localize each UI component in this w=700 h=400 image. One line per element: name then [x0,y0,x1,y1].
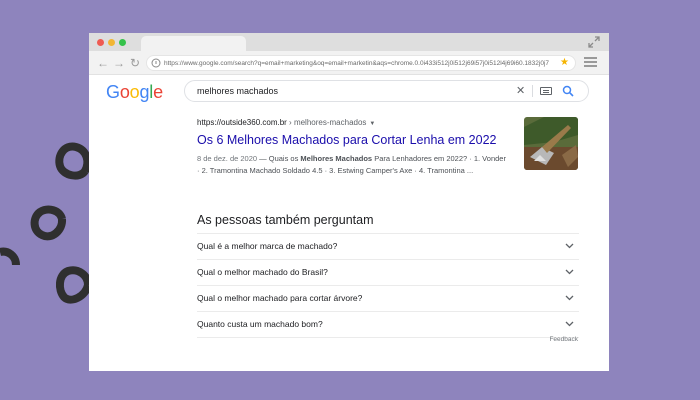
back-arrow-icon[interactable]: ← [96,55,110,71]
search-query: melhores machados [197,86,279,96]
search-icon[interactable] [562,85,574,97]
address-bar[interactable]: https://www.google.com/search?q=email+ma… [146,55,576,71]
bookmark-star-icon[interactable]: ★ [560,57,569,69]
browser-window: ← → ↻ https://www.google.com/search?q=em… [89,33,609,371]
divider [532,85,533,97]
result-snippet: 8 de dez. de 2020 — Quais os Melhores Ma… [197,154,506,175]
google-logo[interactable]: Google [106,80,163,104]
people-also-ask: As pessoas também perguntam Qual é a mel… [197,213,579,338]
site-info-icon[interactable] [151,58,161,68]
url-text: https://www.google.com/search?q=email+ma… [164,60,549,67]
browser-toolbar: ← → ↻ https://www.google.com/search?q=em… [89,51,609,75]
reload-icon[interactable]: ↻ [128,55,142,71]
forward-arrow-icon[interactable]: → [112,55,126,71]
expand-icon[interactable] [587,35,601,49]
minimize-window-button[interactable] [108,39,115,46]
keyboard-icon[interactable] [540,87,552,95]
ring-shape [0,247,20,266]
search-result: https://outside360.com.br › melhores-mac… [197,117,506,177]
paa-heading: As pessoas também perguntam [197,213,579,234]
ring-shape [55,142,92,180]
chevron-down-icon[interactable] [565,321,574,327]
ring-shape [30,205,66,241]
ring-shape [55,266,92,304]
google-header: Google melhores machados ✕ [89,75,609,109]
result-thumbnail-image[interactable] [524,117,578,170]
chevron-down-icon[interactable] [565,295,574,301]
paa-question[interactable]: Quanto custa um machado bom? [197,312,579,338]
result-url[interactable]: https://outside360.com.br › melhores-mac… [197,117,497,130]
browser-tab[interactable] [141,36,246,51]
chevron-down-icon[interactable] [565,269,574,275]
paa-question[interactable]: Qual o melhor machado do Brasil? [197,260,579,286]
caret-down-icon[interactable]: ▼ [369,121,375,127]
paa-question[interactable]: Qual é a melhor marca de machado? [197,234,579,260]
search-input[interactable]: melhores machados ✕ [184,80,589,102]
feedback-link[interactable]: Feedback [549,335,578,344]
close-window-button[interactable] [97,39,104,46]
browser-tab-bar [89,33,609,51]
chevron-down-icon[interactable] [565,243,574,249]
clear-icon[interactable]: ✕ [516,85,525,97]
maximize-window-button[interactable] [119,39,126,46]
result-title[interactable]: Os 6 Melhores Machados para Cortar Lenha… [197,133,497,148]
browser-menu-icon[interactable] [584,57,597,69]
paa-question[interactable]: Qual o melhor machado para cortar árvore… [197,286,579,312]
